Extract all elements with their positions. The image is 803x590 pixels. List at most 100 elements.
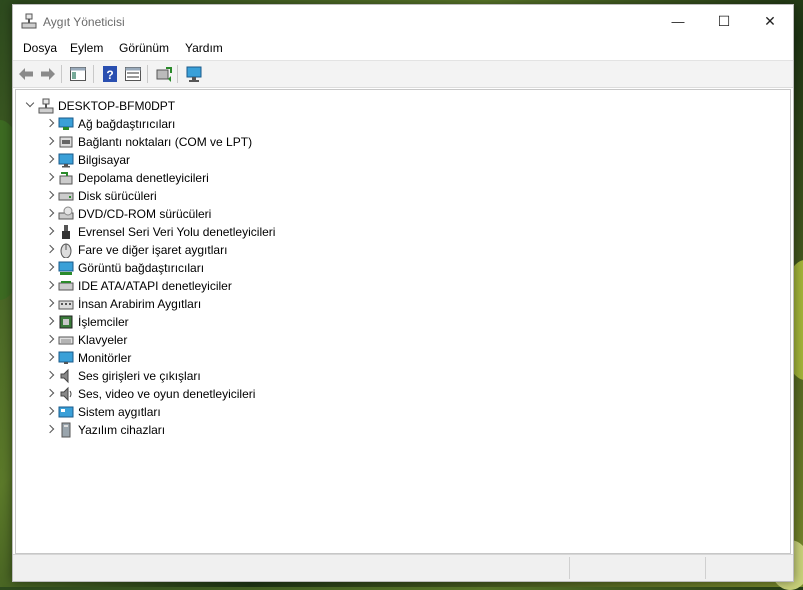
chevron-down-icon[interactable] xyxy=(25,98,35,108)
update-driver-icon[interactable] xyxy=(155,65,173,83)
mouse-icon xyxy=(60,243,72,258)
menu-bar: Dosya Eylem Görünüm Yardım xyxy=(13,38,793,58)
chevron-right-icon[interactable] xyxy=(45,352,55,362)
audio-io-icon xyxy=(60,368,69,384)
monitor-icon xyxy=(58,351,74,364)
computer-root-icon xyxy=(38,98,54,114)
device-tree: DESKTOP-BFM0DPT Ağ bağdaştırıcıları Bağla… xyxy=(15,89,791,554)
toolbar-separator xyxy=(177,65,178,83)
tree-item-label: Ses girişleri ve çıkışları xyxy=(78,369,201,383)
processor-icon xyxy=(59,315,73,329)
tree-item[interactable]: Yazılım cihazları xyxy=(45,421,166,439)
scan-hardware-icon[interactable] xyxy=(185,65,203,83)
help-icon[interactable]: ? xyxy=(101,65,119,83)
chevron-right-icon[interactable] xyxy=(45,208,55,218)
menu-file[interactable]: Dosya xyxy=(23,41,57,55)
tree-item[interactable]: Depolama denetleyicileri xyxy=(45,169,209,187)
tree-item[interactable]: İşlemciler xyxy=(45,313,129,331)
chevron-right-icon[interactable] xyxy=(45,172,55,182)
tree-item[interactable]: Ağ bağdaştırıcıları xyxy=(45,115,176,133)
chevron-right-icon[interactable] xyxy=(45,190,55,200)
menu-view[interactable]: Görünüm xyxy=(119,41,169,55)
tree-item[interactable]: Klavyeler xyxy=(45,331,128,349)
tree-item-label: İşlemciler xyxy=(78,315,129,329)
status-separator xyxy=(569,557,570,579)
chevron-right-icon[interactable] xyxy=(45,280,55,290)
chevron-right-icon[interactable] xyxy=(45,298,55,308)
forward-icon[interactable] xyxy=(39,65,57,83)
tree-item[interactable]: IDE ATA/ATAPI denetleyiciler xyxy=(45,277,232,295)
tree-item[interactable]: Görüntü bağdaştırıcıları xyxy=(45,259,205,277)
tree-item[interactable]: Disk sürücüleri xyxy=(45,187,157,205)
tree-root[interactable]: DESKTOP-BFM0DPT xyxy=(25,97,176,115)
chevron-right-icon[interactable] xyxy=(45,388,55,398)
svg-text:?: ? xyxy=(106,68,113,82)
tree-item-label: Depolama denetleyicileri xyxy=(78,171,209,185)
tree-item-label: Bilgisayar xyxy=(78,153,131,167)
menu-action[interactable]: Eylem xyxy=(70,41,103,55)
tree-item-label: İnsan Arabirim Aygıtları xyxy=(78,297,202,311)
chevron-right-icon[interactable] xyxy=(45,424,55,434)
tree-item-label: Klavyeler xyxy=(78,333,128,347)
tree-item[interactable]: DVD/CD-ROM sürücüleri xyxy=(45,205,212,223)
chevron-right-icon[interactable] xyxy=(45,334,55,344)
tree-item-label: Yazılım cihazları xyxy=(78,423,166,437)
tree-item-label: DVD/CD-ROM sürücüleri xyxy=(78,207,212,221)
close-button[interactable]: ✕ xyxy=(747,5,793,37)
tree-item[interactable]: Evrensel Seri Veri Yolu denetleyicileri xyxy=(45,223,276,241)
sound-controller-icon xyxy=(60,386,72,402)
tree-item[interactable]: Bağlantı noktaları (COM ve LPT) xyxy=(45,133,253,151)
tree-item[interactable]: Bilgisayar xyxy=(45,151,131,169)
chevron-right-icon[interactable] xyxy=(45,136,55,146)
port-icon xyxy=(59,136,73,148)
tree-item-label: Ağ bağdaştırıcıları xyxy=(78,117,176,131)
toolbar: ? xyxy=(13,60,793,88)
device-manager-window: Aygıt Yöneticisi — ☐ ✕ Dosya Eylem Görün… xyxy=(12,4,794,582)
tree-item[interactable]: Monitörler xyxy=(45,349,131,367)
tree-item-label: Disk sürücüleri xyxy=(78,189,157,203)
tree-item-label: Ses, video ve oyun denetleyicileri xyxy=(78,387,256,401)
menu-help[interactable]: Yardım xyxy=(185,41,223,55)
close-icon: ✕ xyxy=(764,12,776,29)
tree-item[interactable]: Sistem aygıtları xyxy=(45,403,161,421)
display-adapter-icon xyxy=(58,261,74,275)
back-icon[interactable] xyxy=(17,65,35,83)
tree-item[interactable]: Ses, video ve oyun denetleyicileri xyxy=(45,385,256,403)
chevron-right-icon[interactable] xyxy=(45,406,55,416)
chevron-right-icon[interactable] xyxy=(45,154,55,164)
ide-controller-icon xyxy=(58,281,74,291)
chevron-right-icon[interactable] xyxy=(45,262,55,272)
chevron-right-icon[interactable] xyxy=(45,118,55,128)
toolbar-separator xyxy=(61,65,62,83)
software-device-icon xyxy=(61,422,71,438)
window-title: Aygıt Yöneticisi xyxy=(43,15,125,29)
properties-view-icon[interactable] xyxy=(124,65,142,83)
tree-item[interactable]: İnsan Arabirim Aygıtları xyxy=(45,295,202,313)
minimize-icon: — xyxy=(671,13,685,29)
tree-root-label: DESKTOP-BFM0DPT xyxy=(58,99,176,113)
tree-item-label: Fare ve diğer işaret aygıtları xyxy=(78,243,228,257)
tree-item-label: Bağlantı noktaları (COM ve LPT) xyxy=(78,135,253,149)
tree-item-label: Evrensel Seri Veri Yolu denetleyicileri xyxy=(78,225,276,239)
maximize-button[interactable]: ☐ xyxy=(701,5,747,37)
hid-icon xyxy=(58,300,74,310)
chevron-right-icon[interactable] xyxy=(45,316,55,326)
tree-item-label: Görüntü bağdaştırıcıları xyxy=(78,261,205,275)
chevron-right-icon[interactable] xyxy=(45,370,55,380)
tree-item[interactable]: Ses girişleri ve çıkışları xyxy=(45,367,201,385)
title-bar[interactable]: Aygıt Yöneticisi — ☐ ✕ xyxy=(13,5,793,37)
show-hide-tree-icon[interactable] xyxy=(69,65,87,83)
tree-item-label: Sistem aygıtları xyxy=(78,405,161,419)
minimize-button[interactable]: — xyxy=(655,5,701,37)
computer-icon xyxy=(58,153,74,168)
tree-item[interactable]: Fare ve diğer işaret aygıtları xyxy=(45,241,228,259)
network-adapter-icon xyxy=(58,117,74,130)
toolbar-separator xyxy=(147,65,148,83)
dvd-drive-icon xyxy=(58,206,74,220)
tree-item-label: IDE ATA/ATAPI denetleyiciler xyxy=(78,279,232,293)
keyboard-icon xyxy=(58,336,74,345)
chevron-right-icon[interactable] xyxy=(45,226,55,236)
status-bar xyxy=(13,554,793,581)
disk-drive-icon xyxy=(58,192,74,201)
chevron-right-icon[interactable] xyxy=(45,244,55,254)
